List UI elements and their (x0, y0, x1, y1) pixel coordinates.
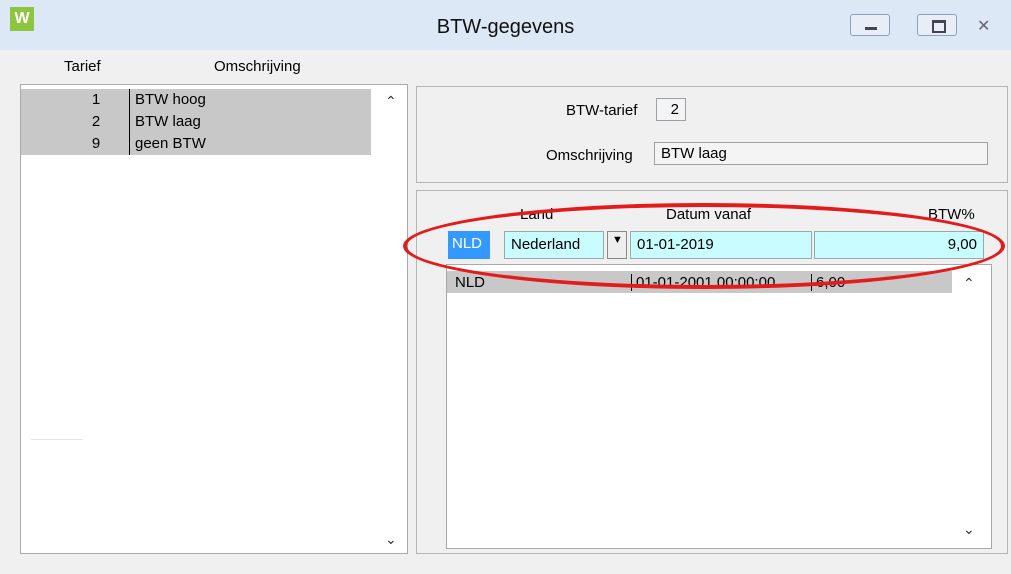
maximize-icon (932, 20, 946, 33)
column-header-omschrijving[interactable]: Omschrijving (214, 58, 301, 75)
minimize-button[interactable] (850, 14, 890, 36)
scroll-up-icon[interactable]: ⌃ (963, 275, 975, 292)
omschrijving-field[interactable]: BTW laag (654, 142, 988, 165)
scroll-up-icon[interactable]: ⌃ (385, 93, 397, 110)
close-button[interactable]: ✕ (962, 14, 1006, 36)
list-item[interactable]: 9 geen BTW (21, 133, 371, 155)
omschrijving-label: Omschrijving (546, 147, 633, 164)
column-divider (129, 133, 130, 155)
list-item[interactable]: 2 BTW laag (21, 111, 371, 133)
tarief-detail-panel (416, 86, 1008, 183)
tarief-number: 2 (91, 113, 101, 130)
row-land-code: NLD (455, 274, 486, 291)
rates-grid[interactable]: NLD 01-01-2001 00:00:00 6,00 ⌃ ⌄ (446, 264, 992, 549)
column-divider (129, 111, 130, 133)
tarief-description: BTW hoog (135, 91, 206, 108)
scroll-down-icon[interactable]: ⌄ (963, 521, 975, 538)
tarief-description: BTW laag (135, 113, 201, 130)
scroll-down-icon[interactable]: ⌄ (385, 531, 397, 548)
btw-tarief-label: BTW-tarief (566, 102, 638, 119)
column-divider (129, 89, 130, 111)
list-item[interactable]: 1 BTW hoog (21, 89, 371, 111)
tarief-number: 9 (91, 135, 101, 152)
minimize-icon (865, 27, 877, 30)
tarief-number: 1 (91, 91, 101, 108)
column-header-tarief[interactable]: Tarief (64, 58, 101, 75)
btw-tarief-field[interactable]: 2 (656, 98, 686, 121)
title-bar: W BTW-gegevens ✕ (0, 0, 1011, 50)
tarief-list[interactable]: 1 BTW hoog 2 BTW laag 9 geen BTW ⌃ ⌄ (20, 84, 408, 554)
red-highlight-ellipse (403, 203, 1005, 289)
maximize-button[interactable] (917, 14, 957, 36)
close-icon: ✕ (977, 18, 991, 35)
btw-window: W BTW-gegevens ✕ Tarief Omschrijving 1 B… (0, 0, 1011, 574)
divider (31, 439, 83, 440)
tarief-description: geen BTW (135, 135, 206, 152)
